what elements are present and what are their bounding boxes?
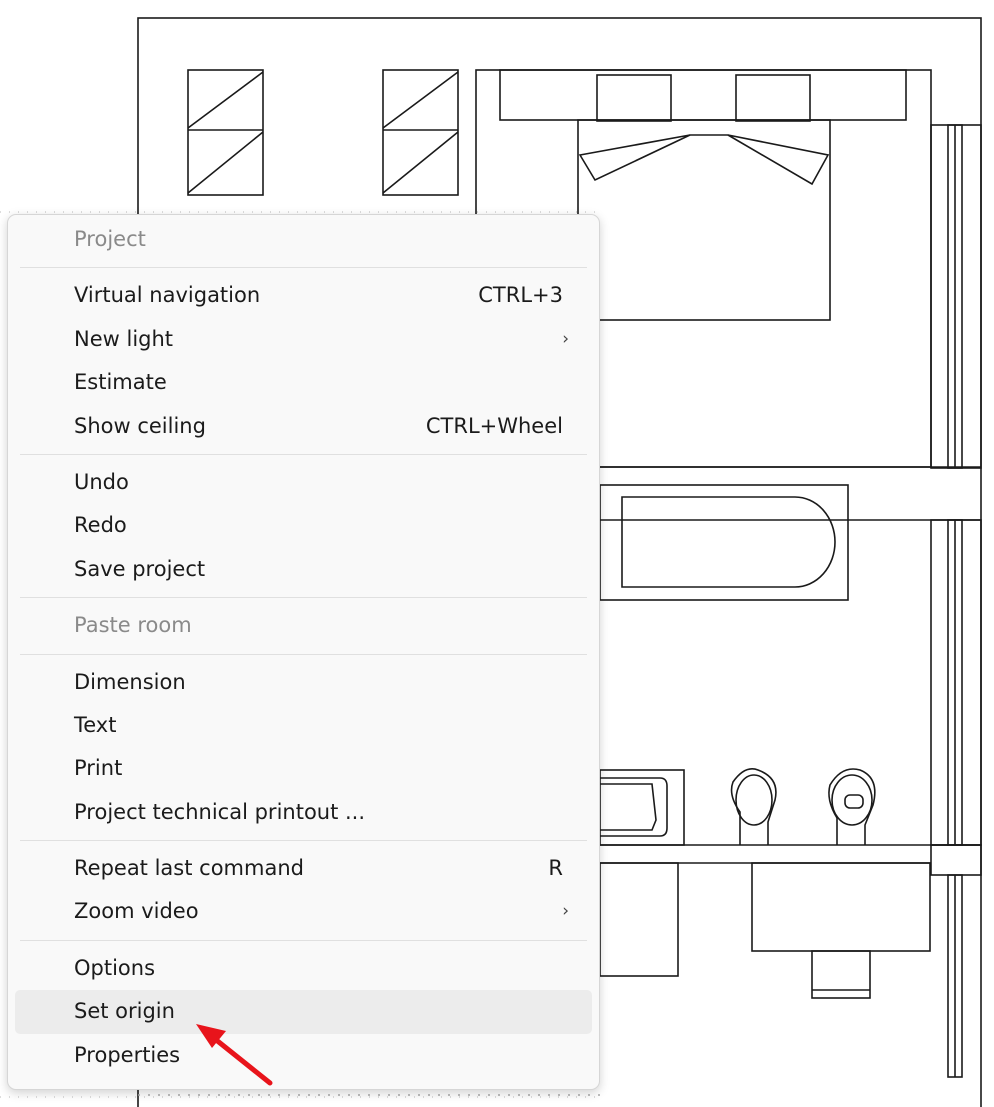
menu-item-project-technical-printout[interactable]: Project technical printout ... — [15, 791, 592, 834]
menu-item-label: Project technical printout ... — [74, 799, 366, 824]
menu-item-label: Redo — [74, 513, 127, 538]
menu-item-shortcut: CTRL+3 — [478, 283, 563, 308]
menu-item-shortcut: R — [548, 856, 563, 881]
menu-item-label: Virtual navigation — [74, 283, 261, 308]
menu-item-repeat-last-command[interactable]: Repeat last command R — [15, 847, 592, 890]
menu-item-estimate[interactable]: Estimate — [15, 361, 592, 404]
menu-item-virtual-navigation[interactable]: Virtual navigation CTRL+3 — [15, 274, 592, 317]
menu-item-label: Text — [74, 712, 117, 737]
bidet — [828, 768, 876, 845]
menu-item-label: Undo — [74, 469, 129, 494]
wardrobe-left — [187, 69, 264, 196]
menu-item-undo[interactable]: Undo — [15, 461, 592, 504]
menu-item-zoom-video[interactable]: Zoom video › — [15, 890, 592, 933]
desk — [751, 862, 931, 952]
toilet — [730, 768, 777, 845]
chair — [811, 950, 871, 999]
chevron-right-icon: › — [562, 901, 569, 922]
menu-item-label: Options — [74, 955, 156, 980]
menu-item-label: New light — [74, 326, 174, 351]
menu-item-label: Project — [74, 227, 146, 251]
bathtub — [599, 484, 849, 601]
menu-item-paste-room: Paste room — [15, 604, 592, 647]
menu-item-label: Dimension — [74, 669, 186, 694]
menu-item-project: Project — [15, 218, 592, 261]
menu-item-dimension[interactable]: Dimension — [15, 661, 592, 704]
menu-separator — [20, 597, 587, 599]
menu-item-label: Estimate — [74, 370, 167, 395]
menu-item-label: Save project — [74, 556, 206, 581]
menu-separator — [20, 267, 587, 269]
menu-item-label: Zoom video — [74, 899, 199, 924]
menu-item-print[interactable]: Print — [15, 747, 592, 790]
menu-item-label: Properties — [74, 1042, 181, 1067]
washbasin — [599, 769, 685, 846]
menu-item-label: Print — [74, 756, 123, 781]
window-right — [930, 124, 982, 1078]
menu-item-save-project[interactable]: Save project — [15, 548, 592, 591]
menu-separator — [20, 840, 587, 842]
wardrobe-right — [382, 69, 459, 196]
menu-item-options[interactable]: Options — [15, 947, 592, 990]
menu-item-label: Show ceiling — [74, 413, 206, 438]
menu-item-text[interactable]: Text — [15, 704, 592, 747]
context-menu: Project Virtual navigation CTRL+3 New light… — [7, 214, 600, 1090]
menu-separator — [20, 453, 587, 455]
menu-item-label: Repeat last command — [74, 856, 304, 881]
menu-separator — [20, 653, 587, 655]
menu-item-set-origin[interactable]: Set origin — [15, 990, 592, 1034]
menu-item-new-light[interactable]: New light › — [15, 318, 592, 361]
menu-item-redo[interactable]: Redo — [15, 504, 592, 547]
chevron-right-icon: › — [562, 328, 569, 349]
menu-separator — [20, 939, 587, 941]
menu-item-label: Paste room — [74, 613, 192, 638]
menu-item-shortcut: CTRL+Wheel — [425, 413, 563, 438]
menu-item-properties[interactable]: Properties — [15, 1034, 592, 1077]
menu-item-show-ceiling[interactable]: Show ceiling CTRL+Wheel — [15, 405, 592, 448]
menu-item-label: Set origin — [74, 999, 175, 1024]
menu-list: Project Virtual navigation CTRL+3 New light… — [8, 215, 599, 1077]
cabinet-left — [599, 862, 679, 977]
